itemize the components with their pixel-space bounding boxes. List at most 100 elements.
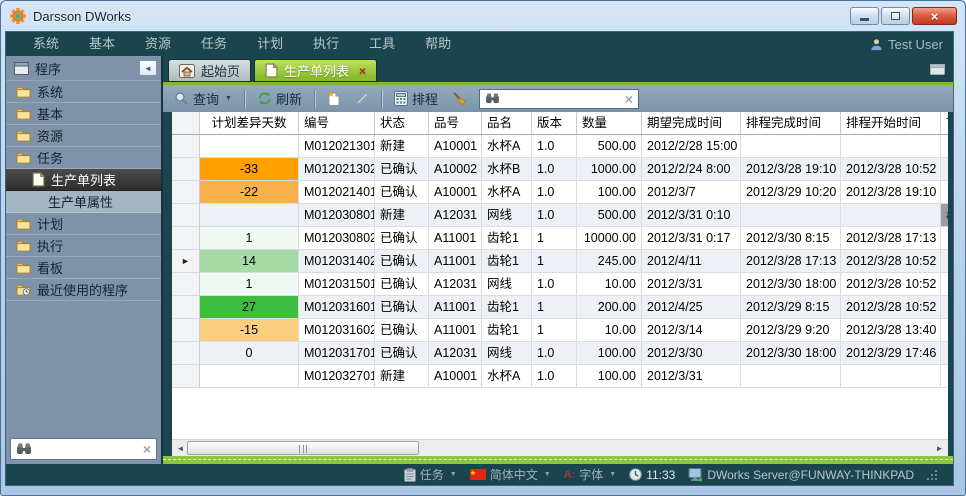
schedule-button[interactable]: 排程 [389,87,443,110]
cell-status[interactable]: 已确认 [375,158,429,181]
cell-id[interactable]: M012032701 [299,365,375,388]
cell-expected[interactable]: 2012/3/31 [642,365,741,388]
cell-item_no[interactable]: A10001 [429,135,482,158]
cell-qty[interactable]: 10.00 [577,273,642,296]
cell-sched_end[interactable] [741,365,841,388]
cell-sched_start[interactable]: 2012/3/28 17:13 [841,227,941,250]
cell-rowhead[interactable] [172,296,200,319]
horizontal-scrollbar[interactable]: ◄ ► [172,439,948,456]
cell-id[interactable]: M012021401 [299,181,375,204]
cell-diff[interactable] [200,204,299,227]
column-header-id[interactable]: 编号 [299,112,375,135]
cell-expected[interactable]: 2012/3/31 0:17 [642,227,741,250]
cell-status[interactable]: 已确认 [375,273,429,296]
sidebar-item-任务[interactable]: 任务 [6,147,161,169]
cell-sched_start[interactable] [841,135,941,158]
cell-status[interactable]: 新建 [375,135,429,158]
cell-extra[interactable] [941,342,948,365]
font-menu[interactable]: A: 字体 ▼ [564,466,617,483]
cell-id[interactable]: M012030802 [299,227,375,250]
table-row[interactable]: -15M012031602已确认A11001齿轮1110.002012/3/14… [172,319,948,342]
cell-qty[interactable]: 245.00 [577,250,642,273]
table-row[interactable]: 0M012031701已确认A12031网线1.0100.002012/3/30… [172,342,948,365]
resize-grip[interactable] [927,470,937,480]
cell-qty[interactable]: 100.00 [577,181,642,204]
table-row[interactable]: ►14M012031402已确认A11001齿轮11245.002012/4/1… [172,250,948,273]
cell-version[interactable]: 1.0 [532,342,577,365]
cell-status[interactable]: 新建 [375,365,429,388]
cell-qty[interactable]: 500.00 [577,204,642,227]
cell-sched_end[interactable]: 2012/3/29 8:15 [741,296,841,319]
cell-id[interactable]: M012031402 [299,250,375,273]
cell-status[interactable]: 新建 [375,204,429,227]
cell-id[interactable]: M012031601 [299,296,375,319]
cell-qty[interactable]: 10.00 [577,319,642,342]
cell-sched_end[interactable]: 2012/3/28 17:13 [741,250,841,273]
cell-id[interactable]: M012021302 [299,158,375,181]
cell-diff[interactable]: -22 [200,181,299,204]
cell-sched_end[interactable]: 2012/3/28 19:10 [741,158,841,181]
tab-list-button[interactable] [930,62,945,80]
cell-extra[interactable] [941,296,948,319]
cell-extra[interactable] [941,365,948,388]
cell-expected[interactable]: 2012/2/24 8:00 [642,158,741,181]
cell-diff[interactable] [200,365,299,388]
sidebar-collapse-button[interactable]: ◄ [139,60,157,76]
column-header-expected[interactable]: 期望完成时间 [642,112,741,135]
cell-rowhead[interactable] [172,135,200,158]
cell-qty[interactable]: 100.00 [577,342,642,365]
cell-version[interactable]: 1.0 [532,365,577,388]
toolbar-search-clear-icon[interactable]: × [625,92,633,106]
cell-item_no[interactable]: A10001 [429,181,482,204]
table-row[interactable]: 1M012031501已确认A12031网线1.010.002012/3/312… [172,273,948,296]
cell-diff[interactable]: 1 [200,227,299,250]
cell-item_name[interactable]: 齿轮1 [482,296,532,319]
cell-item_name[interactable]: 网线 [482,342,532,365]
cell-extra[interactable] [941,227,948,250]
cell-item_name[interactable]: 水杯B [482,158,532,181]
cell-extra[interactable]: # [941,204,948,227]
menu-item-任务[interactable]: 任务 [186,32,242,56]
tab-close-icon[interactable]: × [359,64,366,78]
cell-item_no[interactable]: A11001 [429,227,482,250]
cell-version[interactable]: 1 [532,227,577,250]
cell-id[interactable]: M012031501 [299,273,375,296]
cell-version[interactable]: 1.0 [532,273,577,296]
cell-sched_start[interactable] [841,204,941,227]
cell-sched_start[interactable]: 2012/3/28 10:52 [841,273,941,296]
cell-rowhead[interactable] [172,227,200,250]
cell-version[interactable]: 1.0 [532,158,577,181]
cell-qty[interactable]: 1000.00 [577,158,642,181]
sidebar-item-最近使用的程序[interactable]: 最近使用的程序 [6,279,161,301]
cell-item_no[interactable]: A11001 [429,319,482,342]
cell-sched_start[interactable]: 2012/3/28 10:52 [841,296,941,319]
sidebar-item-生产单列表[interactable]: 生产单列表 [6,169,161,191]
cell-sched_end[interactable]: 2012/3/30 8:15 [741,227,841,250]
cell-item_name[interactable]: 水杯A [482,365,532,388]
sidebar-item-生产单属性[interactable]: 生产单属性 [6,191,161,213]
column-header-version[interactable]: 版本 [532,112,577,135]
cell-diff[interactable] [200,135,299,158]
cell-expected[interactable]: 2012/3/7 [642,181,741,204]
cell-sched_end[interactable] [741,204,841,227]
sidebar-item-执行[interactable]: 执行 [6,235,161,257]
sidebar-search-input[interactable] [37,441,138,457]
cell-item_name[interactable]: 网线 [482,204,532,227]
menu-item-帮助[interactable]: 帮助 [410,32,466,56]
cell-sched_end[interactable]: 2012/3/30 18:00 [741,273,841,296]
refresh-button[interactable]: 刷新 [252,87,307,110]
column-header-rowhead[interactable] [172,112,200,135]
cell-diff[interactable]: 27 [200,296,299,319]
sidebar-item-系统[interactable]: 系统 [6,81,161,103]
cell-id[interactable]: M012021301 [299,135,375,158]
cell-diff[interactable]: -33 [200,158,299,181]
cell-status[interactable]: 已确认 [375,342,429,365]
cell-diff[interactable]: 0 [200,342,299,365]
column-header-sched_end[interactable]: 排程完成时间 [741,112,841,135]
cell-sched_end[interactable]: 2012/3/29 10:20 [741,181,841,204]
sidebar-item-看板[interactable]: 看板 [6,257,161,279]
new-button[interactable] [322,89,346,108]
menu-item-执行[interactable]: 执行 [298,32,354,56]
cell-rowhead[interactable] [172,342,200,365]
table-row[interactable]: -22M012021401已确认A10001水杯A1.0100.002012/3… [172,181,948,204]
